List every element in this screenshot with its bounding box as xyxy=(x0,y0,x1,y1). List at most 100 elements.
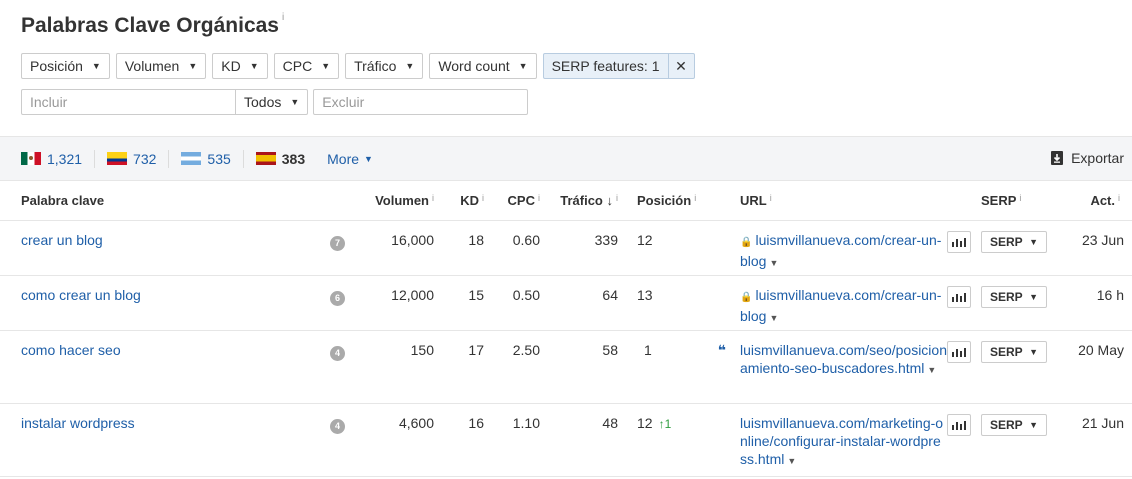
traffic-cell: 48 xyxy=(540,403,618,477)
position-history-button[interactable] xyxy=(947,340,971,363)
url-link[interactable]: luismvillanueva.com/marketing-online/con… xyxy=(740,403,947,477)
page-title: Palabras Clave Orgánicas i xyxy=(21,12,284,38)
col-updated[interactable]: Act. i xyxy=(1057,182,1132,221)
col-cpc[interactable]: CPC i xyxy=(484,182,540,221)
kd-cell: 18 xyxy=(434,220,484,276)
lock-icon: 🔒 xyxy=(740,291,753,303)
caret-down-icon: ▼ xyxy=(321,61,331,71)
keyword-link[interactable]: como crear un blog xyxy=(0,275,330,331)
updated-cell: 16 h xyxy=(1057,275,1132,331)
keyword-link[interactable]: instalar wordpress xyxy=(0,403,330,477)
country-co[interactable]: 732 xyxy=(107,149,170,168)
volume-cell: 150 xyxy=(360,330,434,404)
caret-down-icon: ▼ xyxy=(1029,346,1038,357)
url-link[interactable]: luismvillanueva.com/seo/posicionamiento-… xyxy=(740,330,947,404)
serp-dropdown[interactable]: SERP ▼ xyxy=(981,340,1047,363)
argentina-flag-icon xyxy=(181,152,202,165)
quote-icon xyxy=(700,275,740,331)
word-count-badge: 4 xyxy=(330,345,345,361)
cpc-cell: 2.50 xyxy=(484,330,540,404)
info-icon: i xyxy=(769,193,772,204)
url-link[interactable]: 🔒 luismvillanueva.com/crear-un-blog ▼ xyxy=(740,220,947,276)
page-title-text: Palabras Clave Orgánicas xyxy=(21,14,279,37)
cpc-cell: 0.50 xyxy=(484,275,540,331)
mexico-flag-icon xyxy=(21,152,41,165)
filter-volume[interactable]: Volumen ▼ xyxy=(115,53,207,79)
filter-cpc[interactable]: CPC ▼ xyxy=(273,53,340,79)
filter-position[interactable]: Posición ▼ xyxy=(21,53,110,79)
keyword-link[interactable]: crear un blog xyxy=(0,220,330,276)
caret-down-icon[interactable]: ▼ xyxy=(769,258,778,268)
position-history-button[interactable] xyxy=(947,413,971,436)
country-ar[interactable]: 535 xyxy=(181,149,244,168)
keywords-table: Palabra clave Volumen i KD i CPC i Tráfico … xyxy=(0,182,1132,477)
position-history-button[interactable] xyxy=(947,285,971,308)
close-icon[interactable]: ✕ xyxy=(667,54,694,78)
word-count-badge: 4 xyxy=(330,418,345,434)
traffic-cell: 339 xyxy=(540,220,618,276)
col-volume[interactable]: Volumen i xyxy=(360,182,434,221)
caret-down-icon: ▼ xyxy=(249,61,259,71)
info-icon: i xyxy=(616,193,618,204)
col-url[interactable]: URL i xyxy=(740,182,947,221)
info-icon: i xyxy=(432,193,434,204)
caret-down-icon: ▼ xyxy=(91,61,101,71)
match-mode-dropdown[interactable]: Todos ▼ xyxy=(236,89,309,115)
caret-down-icon: ▼ xyxy=(1029,236,1038,247)
serp-dropdown[interactable]: SERP ▼ xyxy=(981,230,1047,253)
caret-down-icon: ▼ xyxy=(364,153,373,164)
export-button[interactable]: Exportar xyxy=(1051,150,1124,166)
filter-traffic[interactable]: Tráfico ▼ xyxy=(345,53,424,79)
caret-down-icon: ▼ xyxy=(188,61,198,71)
serp-dropdown[interactable]: SERP ▼ xyxy=(981,285,1047,308)
caret-down-icon: ▼ xyxy=(1029,419,1038,430)
keyword-link[interactable]: como hacer seo xyxy=(0,330,330,404)
filter-word-count[interactable]: Word count ▼ xyxy=(429,53,537,79)
info-icon: i xyxy=(1118,193,1120,204)
url-link[interactable]: 🔒 luismvillanueva.com/crear-un-blog ▼ xyxy=(740,275,947,331)
volume-cell: 16,000 xyxy=(360,220,434,276)
col-serp[interactable]: SERP i xyxy=(981,182,1057,221)
position-cell: 13 xyxy=(618,275,700,331)
caret-down-icon[interactable]: ▼ xyxy=(787,456,796,466)
updated-cell: 20 May xyxy=(1057,330,1132,404)
caret-down-icon[interactable]: ▼ xyxy=(927,365,936,375)
quote-icon xyxy=(700,403,740,477)
filter-serp-features[interactable]: SERP features: 1 ✕ xyxy=(542,53,695,79)
col-position[interactable]: Posición i xyxy=(618,182,700,221)
country-es[interactable]: 383 xyxy=(255,150,317,168)
filter-bar: Posición ▼ Volumen ▼ KD ▼ CPC ▼ Tráfico ▼ Wor… xyxy=(21,53,695,79)
serp-dropdown[interactable]: SERP ▼ xyxy=(981,413,1047,436)
caret-down-icon: ▼ xyxy=(290,97,300,107)
table-row: como crear un blog 6 12,000 15 0.50 64 1… xyxy=(0,275,1132,331)
caret-down-icon: ▼ xyxy=(405,61,415,71)
traffic-cell: 64 xyxy=(540,275,618,331)
col-keyword[interactable]: Palabra clave xyxy=(0,182,360,221)
country-mx[interactable]: 1,321 xyxy=(21,149,96,168)
exclude-input[interactable] xyxy=(313,89,529,115)
volume-cell: 4,600 xyxy=(360,403,434,477)
col-traffic[interactable]: Tráfico ↓ i xyxy=(540,182,618,221)
volume-cell: 12,000 xyxy=(360,275,434,331)
quote-icon xyxy=(700,220,740,276)
info-icon: i xyxy=(1019,193,1022,204)
word-count-badge: 7 xyxy=(330,235,345,251)
col-kd[interactable]: KD i xyxy=(434,182,484,221)
info-icon[interactable]: i xyxy=(282,12,284,23)
table-header-row: Palabra clave Volumen i KD i CPC i Tráfico … xyxy=(0,182,1132,221)
cpc-cell: 0.60 xyxy=(484,220,540,276)
include-input[interactable] xyxy=(21,89,236,115)
quote-icon: ❝ xyxy=(700,330,740,404)
lock-icon: 🔒 xyxy=(740,236,753,248)
kd-cell: 15 xyxy=(434,275,484,331)
filter-kd[interactable]: KD ▼ xyxy=(212,53,268,79)
position-history-button[interactable] xyxy=(947,230,971,253)
info-icon: i xyxy=(694,193,697,204)
more-countries-button[interactable]: More ▼ xyxy=(327,151,373,167)
download-icon xyxy=(1051,151,1064,165)
kd-cell: 16 xyxy=(434,403,484,477)
caret-down-icon[interactable]: ▼ xyxy=(769,313,778,323)
table-row: crear un blog 7 16,000 18 0.60 339 12 🔒 l… xyxy=(0,220,1132,276)
keyword-search-row: Todos▼ xyxy=(21,89,529,115)
position-change: ↑1 xyxy=(658,416,672,431)
